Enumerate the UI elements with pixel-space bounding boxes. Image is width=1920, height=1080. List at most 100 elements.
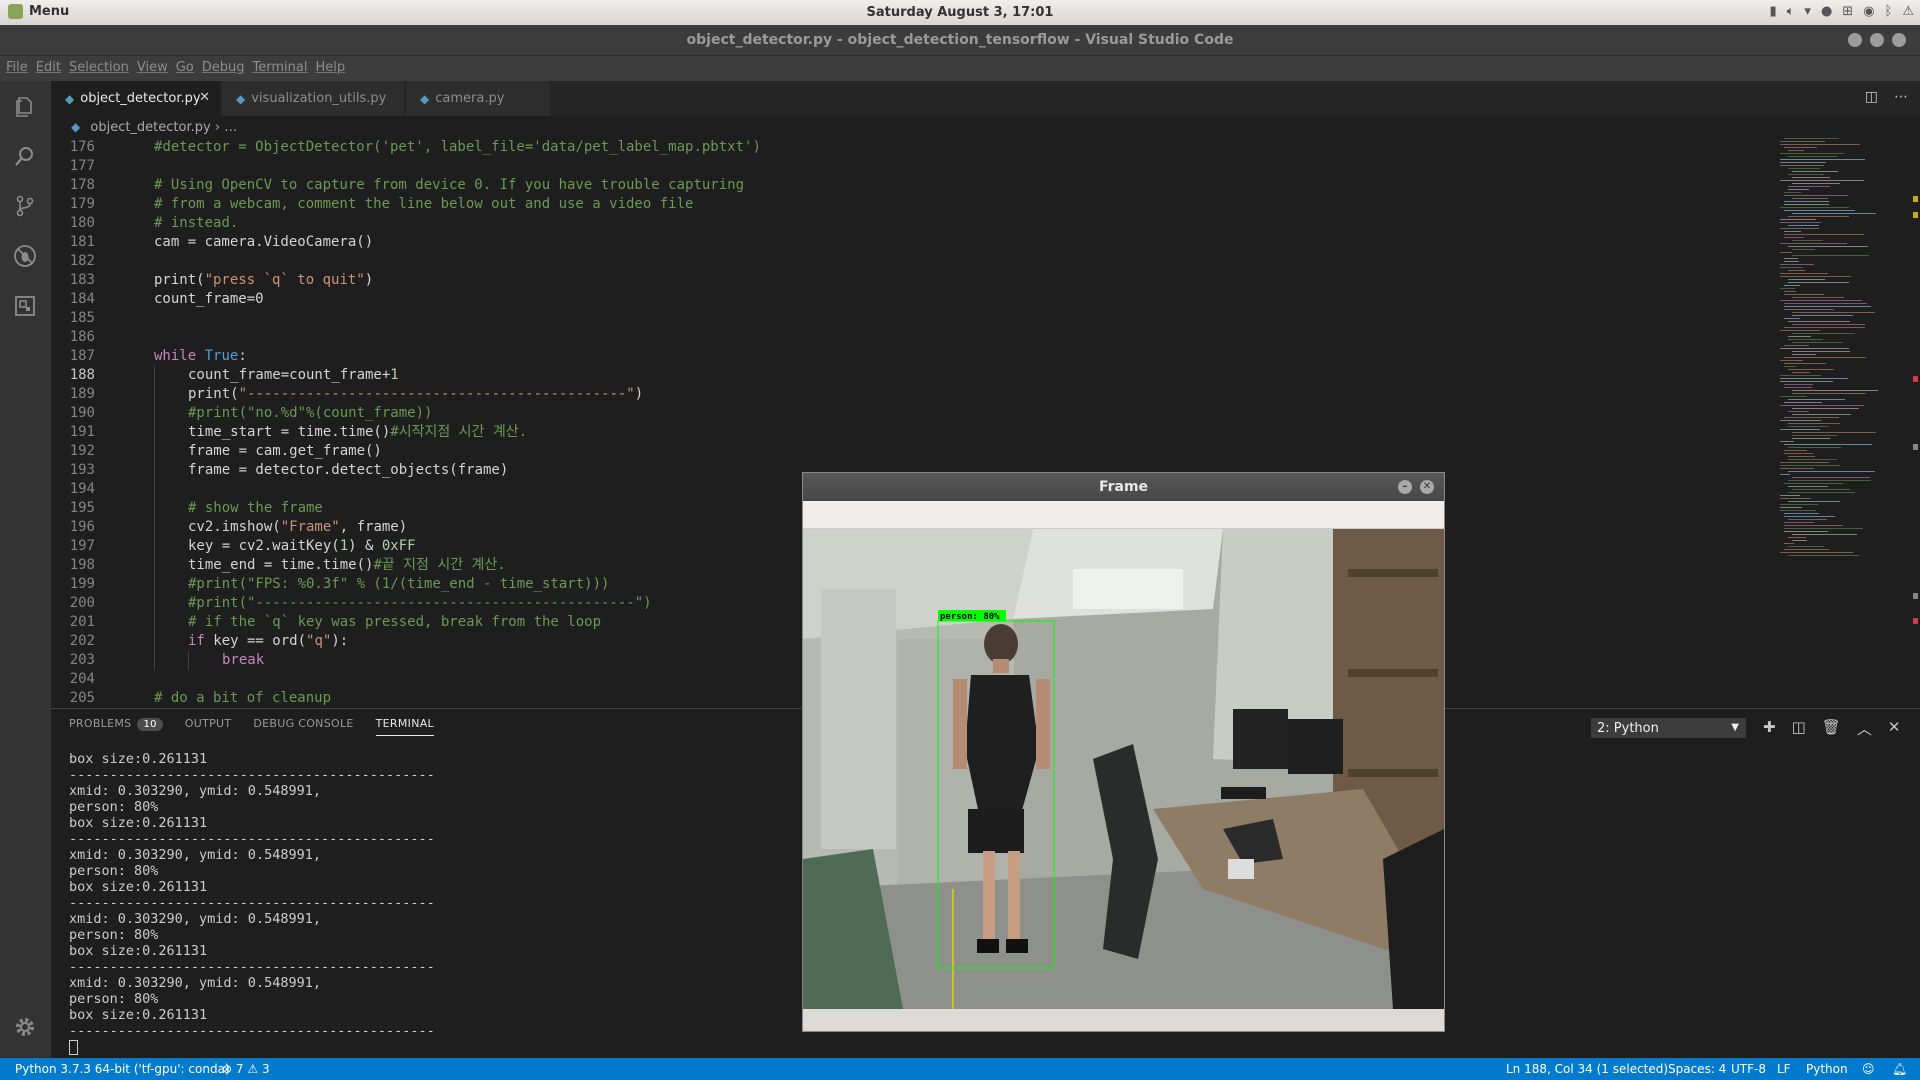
- code-token: # from a webcam, comment the line below …: [154, 196, 694, 212]
- status-bar: Python 3.7.3 64-bit ('tf-gpu': conda) ⊗ …: [0, 1058, 1920, 1080]
- battery-icon[interactable]: ▮: [1769, 4, 1776, 19]
- volume-icon[interactable]: 🔈︎: [1787, 4, 1795, 19]
- cursor-position[interactable]: Ln 188, Col 34 (1 selected): [1506, 1062, 1668, 1076]
- tab-object-detector[interactable]: ◆ object_detector.py ✕: [51, 81, 221, 116]
- debug-icon[interactable]: [10, 241, 40, 271]
- close-window-button[interactable]: [1892, 33, 1906, 47]
- bell-icon[interactable]: 🔔︎: [1892, 1062, 1907, 1076]
- frame-title-bar[interactable]: Frame – ✕: [803, 473, 1444, 501]
- minimap-line: [1784, 444, 1873, 445]
- code-token: # instead.: [154, 215, 239, 231]
- minimap-line: [1788, 480, 1872, 481]
- indentation[interactable]: Spaces: 4: [1668, 1062, 1726, 1076]
- code-token: key = cv2.waitKey(: [188, 538, 340, 554]
- language-mode[interactable]: Python: [1806, 1062, 1848, 1076]
- minimap-line: [1788, 156, 1837, 157]
- minimap-line: [1788, 555, 1860, 556]
- more-actions-icon[interactable]: ⋯: [1894, 89, 1908, 105]
- terminal-select[interactable]: 2: Python ▼: [1591, 718, 1746, 738]
- minimap-line: [1780, 330, 1820, 331]
- feedback-icon[interactable]: ☺: [1862, 1062, 1875, 1076]
- close-icon[interactable]: ✕: [1420, 480, 1434, 494]
- menu-help[interactable]: Help: [315, 56, 353, 81]
- source-control-icon[interactable]: [10, 191, 40, 221]
- terminal-output[interactable]: box size:0.261131 -----------------------…: [69, 751, 435, 1039]
- close-tab-icon[interactable]: ✕: [199, 90, 210, 105]
- breadcrumb-file[interactable]: object_detector.py: [90, 120, 210, 135]
- frame-title: Frame: [1098, 479, 1149, 495]
- maximize-panel-icon[interactable]: ︿: [1857, 718, 1872, 739]
- update-icon[interactable]: ⚠: [1902, 4, 1914, 19]
- network-icon[interactable]: ⊞: [1842, 4, 1853, 19]
- menu-file[interactable]: File: [6, 56, 36, 81]
- encoding[interactable]: UTF-8: [1731, 1062, 1766, 1076]
- minimap-line: [1780, 375, 1822, 376]
- menu-edit[interactable]: Edit: [36, 56, 69, 81]
- line-number: 189: [69, 386, 95, 402]
- code-line: # show the frame: [188, 499, 323, 518]
- user-icon[interactable]: ●: [1821, 4, 1832, 19]
- indent-guide: [154, 518, 155, 537]
- os-menu-button[interactable]: Menu: [8, 4, 69, 19]
- editor-scrollbar[interactable]: [1910, 138, 1920, 708]
- minimap[interactable]: [1780, 138, 1900, 558]
- split-editor-icon[interactable]: ◫: [1865, 89, 1878, 105]
- minimap-line: [1780, 162, 1826, 163]
- minimap-line: [1780, 360, 1804, 361]
- tab-visualization-utils[interactable]: ◆ visualization_utils.py: [222, 81, 405, 116]
- minimize-icon[interactable]: –: [1398, 480, 1412, 494]
- problems-indicator[interactable]: ⊗ 7 ⚠ 3: [222, 1062, 270, 1076]
- minimap-line: [1788, 447, 1842, 448]
- wifi-icon[interactable]: ▾: [1804, 4, 1811, 19]
- minimap-line: [1788, 216, 1850, 217]
- extensions-icon[interactable]: [10, 291, 40, 321]
- split-terminal-icon[interactable]: ◫: [1792, 718, 1806, 739]
- code-line: time_end = time.time()#끝 지점 시간 계산.: [188, 556, 506, 575]
- minimap-line: [1784, 285, 1801, 286]
- tab-camera[interactable]: ◆ camera.py: [406, 81, 551, 116]
- python-interpreter[interactable]: Python 3.7.3 64-bit ('tf-gpu': conda): [15, 1062, 230, 1076]
- minimap-line: [1784, 525, 1844, 526]
- tab-problems[interactable]: PROBLEMS 10: [69, 717, 163, 736]
- indent-guide: [188, 651, 189, 670]
- code-line: if key == ord("q"):: [188, 632, 348, 651]
- bluetooth-icon[interactable]: ᛒ: [1885, 4, 1893, 19]
- breadcrumb-symbol[interactable]: …: [224, 120, 237, 135]
- minimap-line: [1784, 402, 1823, 403]
- menu-terminal[interactable]: Terminal: [253, 56, 316, 81]
- trash-icon[interactable]: 🗑︎: [1822, 718, 1841, 739]
- scroll-thumb[interactable]: [1913, 444, 1918, 450]
- frame-window[interactable]: Frame – ✕ person: 80%: [802, 472, 1445, 1032]
- tab-output[interactable]: OUTPUT: [185, 717, 232, 736]
- menu-go[interactable]: Go: [176, 56, 202, 81]
- minimap-line: [1780, 159, 1866, 160]
- menu-view[interactable]: View: [137, 56, 176, 81]
- line-number: 185: [69, 310, 95, 326]
- gear-icon[interactable]: [10, 1012, 40, 1042]
- search-icon[interactable]: [10, 141, 40, 171]
- maximize-button[interactable]: [1870, 33, 1884, 47]
- terminal-cursor: [69, 1040, 78, 1055]
- tab-terminal[interactable]: TERMINAL: [375, 717, 434, 736]
- explorer-icon[interactable]: [10, 92, 40, 122]
- code-token: time_start = time.time(): [188, 424, 391, 440]
- menu-selection[interactable]: Selection: [69, 56, 137, 81]
- shield-icon[interactable]: ◉: [1863, 4, 1874, 19]
- new-terminal-icon[interactable]: ✚: [1763, 718, 1776, 739]
- minimap-line: [1784, 366, 1797, 367]
- minimap-line: [1788, 456, 1816, 457]
- close-panel-icon[interactable]: ✕: [1888, 718, 1901, 739]
- line-ending[interactable]: LF: [1777, 1062, 1791, 1076]
- minimap-line: [1780, 219, 1816, 220]
- code-line: count_frame=count_frame+1: [188, 366, 399, 385]
- minimap-line: [1788, 225, 1820, 226]
- minimap-line: [1780, 180, 1865, 181]
- tab-debug-console[interactable]: DEBUG CONSOLE: [253, 717, 353, 736]
- minimap-line: [1784, 543, 1794, 544]
- terminal-line: ----------------------------------------…: [69, 1023, 435, 1039]
- code-token: #시작지점 시간 계산.: [390, 424, 528, 440]
- minimap-line: [1792, 213, 1877, 214]
- menu-debug[interactable]: Debug: [202, 56, 253, 81]
- minimize-button[interactable]: [1848, 33, 1862, 47]
- indent-guide: [154, 632, 155, 651]
